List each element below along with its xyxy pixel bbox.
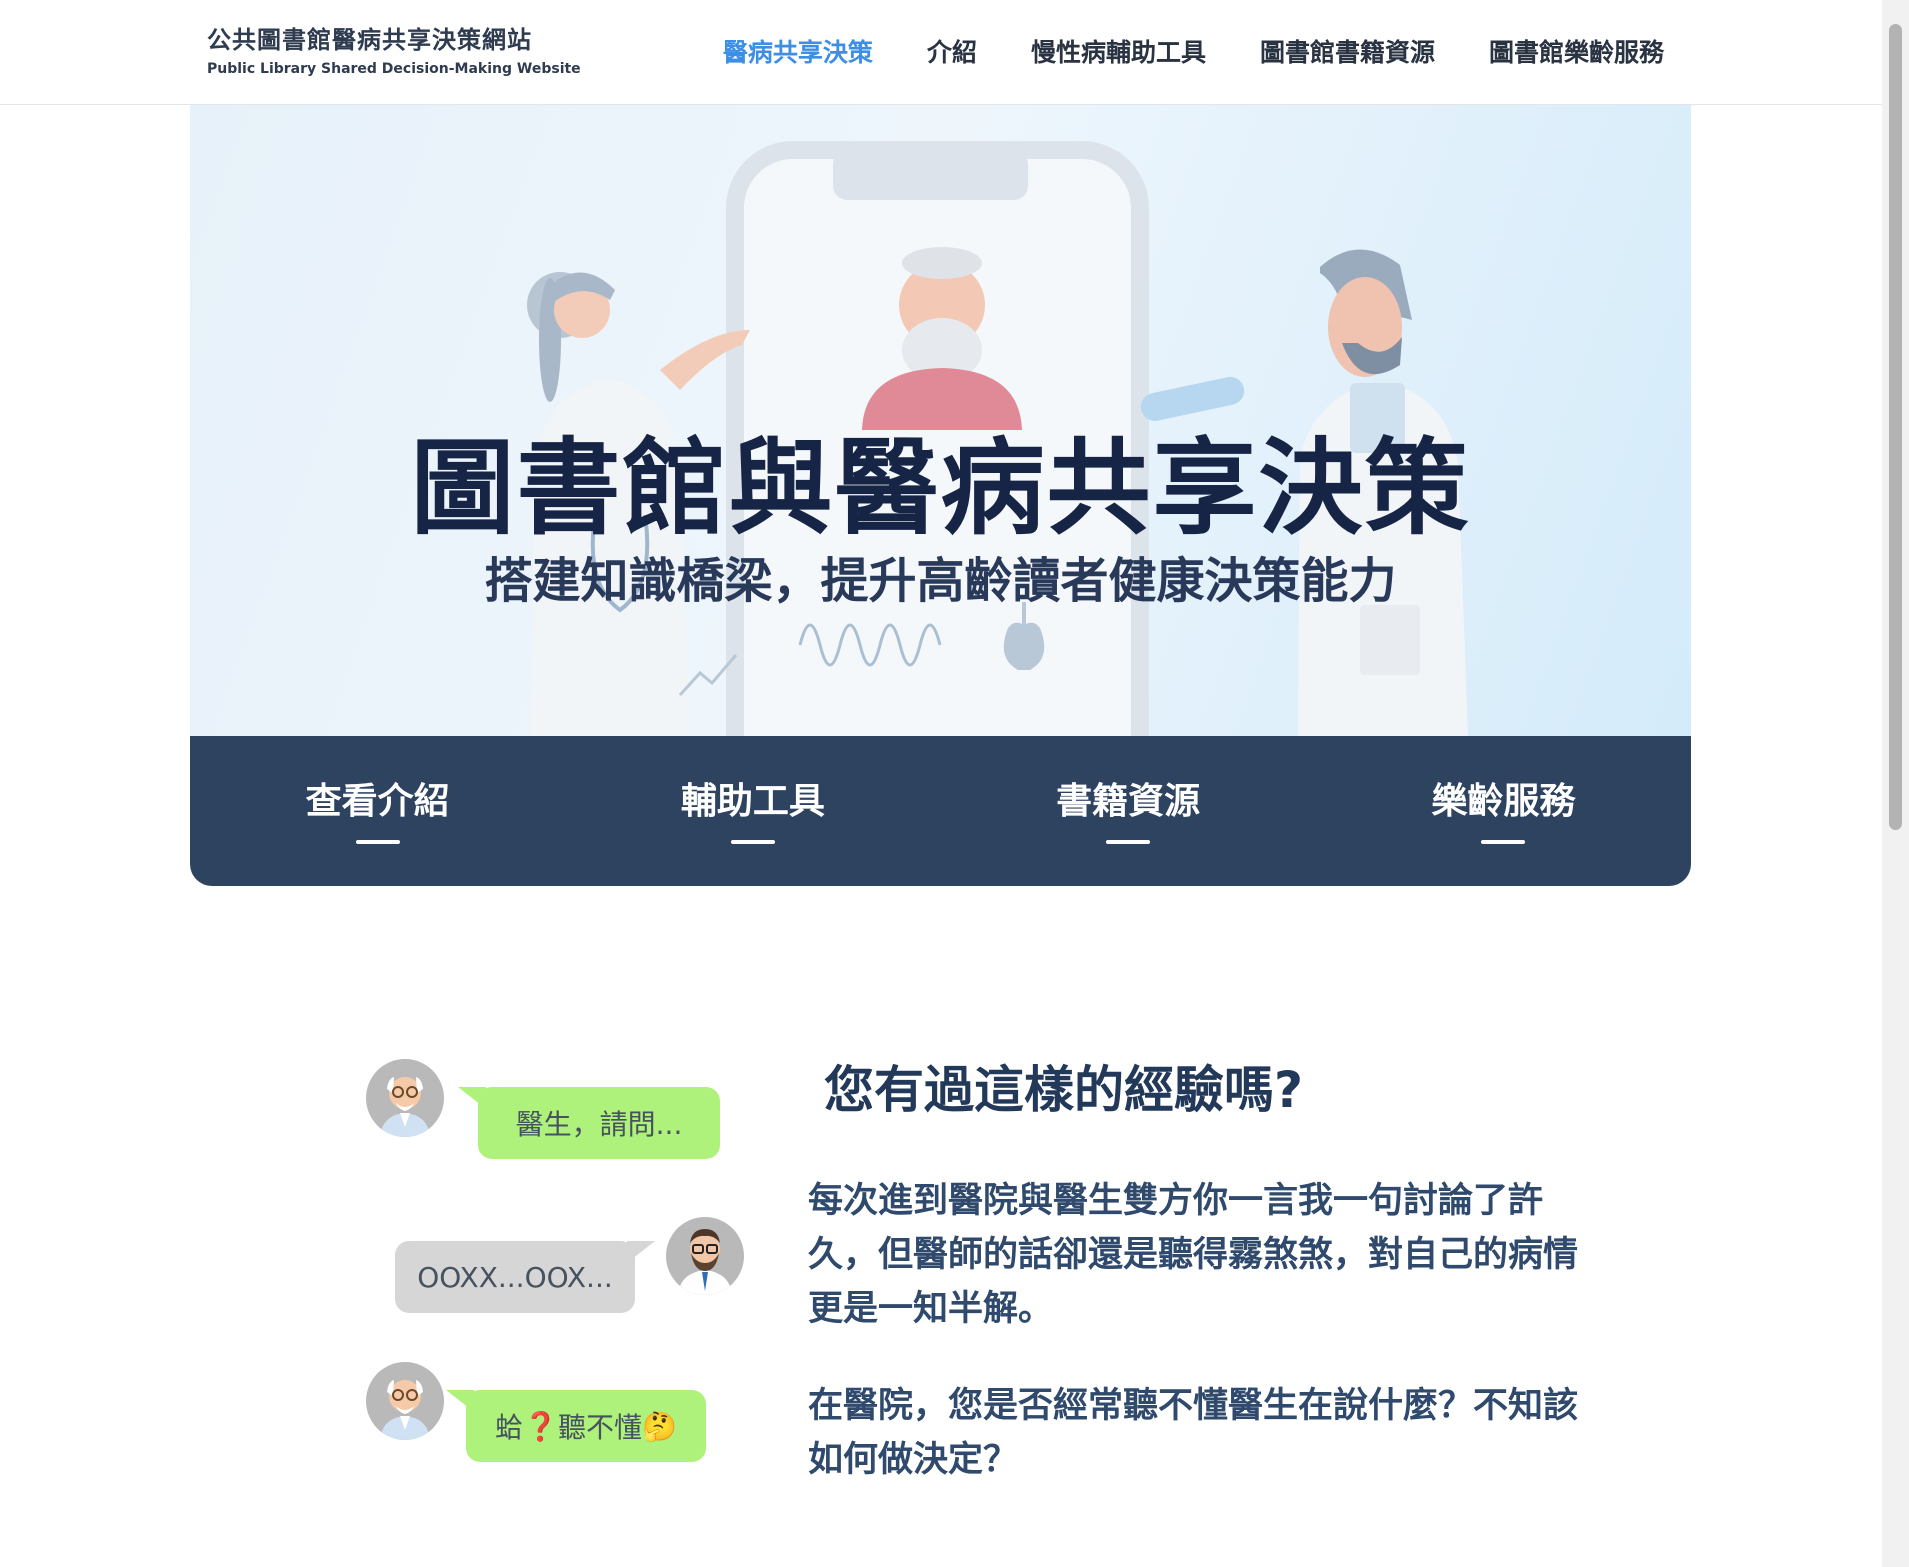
brand-title-en: Public Library Shared Decision-Making We…: [207, 61, 581, 77]
experience-paragraph: 每次進到醫院與醫生雙方你一言我一句討論了許久，但醫師的話卻還是聽得霧煞煞，對自己…: [808, 1181, 1579, 1329]
quick-link-introduction[interactable]: 查看介紹: [190, 736, 565, 886]
hero-subtitle: 搭建知識橋梁，提升高齡讀者健康決策能力: [484, 553, 1397, 609]
underline-decoration: [1106, 840, 1151, 844]
scrollbar-thumb[interactable]: [1889, 24, 1902, 830]
question-paragraph: 在醫院，您是否經常聽不懂醫生在說什麼？不知該如何做決定？: [808, 1386, 1579, 1480]
quick-link-label: 書籍資源: [1056, 781, 1201, 822]
quick-link-books[interactable]: 書籍資源: [941, 736, 1316, 886]
main-nav: 醫病共享決策 介紹 慢性病輔助工具 圖書館書籍資源 圖書館樂齡服務: [723, 33, 1664, 69]
quick-link-tools[interactable]: 輔助工具: [565, 736, 940, 886]
patient-confused-bubble: 蛤 ❓ 聽不懂 🤔: [446, 1390, 706, 1462]
site-logo[interactable]: 公共圖書館醫病共享決策網站 Public Library Shared Deci…: [207, 20, 581, 77]
brand-title-zh: 公共圖書館醫病共享決策網站: [207, 26, 532, 54]
quick-link-senior-services[interactable]: 樂齡服務: [1316, 736, 1691, 886]
nav-item-senior-services[interactable]: 圖書館樂齡服務: [1489, 33, 1664, 69]
quick-link-label: 查看介紹: [305, 781, 450, 822]
section-heading: 您有過這樣的經驗嗎?: [824, 1061, 1304, 1119]
underline-decoration: [730, 840, 775, 844]
bubble-text: 醫生，請問...: [515, 1108, 683, 1141]
nav-item-shared-decision[interactable]: 醫病共享決策: [723, 33, 873, 69]
underline-decoration: [355, 840, 400, 844]
quick-link-label: 輔助工具: [680, 781, 825, 822]
elderly-patient-avatar: [366, 1059, 444, 1137]
bubble-text: OOXX...OOX...: [417, 1260, 613, 1294]
hero-banner: 圖書館與醫病共享決策 搭建知識橋梁，提升高齡讀者健康決策能力: [190, 105, 1691, 736]
doctor-avatar: [666, 1217, 744, 1295]
nav-item-chronic-tools[interactable]: 慢性病輔助工具: [1031, 33, 1206, 69]
doctor-speech-bubble: OOXX...OOX...: [395, 1241, 655, 1313]
nav-item-introduction[interactable]: 介紹: [927, 33, 977, 69]
bubble-text: 聽不懂: [558, 1411, 643, 1444]
question-mark-icon: ❓: [523, 1409, 558, 1443]
patient-speech-bubble: 醫生，請問...: [458, 1087, 720, 1159]
nav-item-library-books[interactable]: 圖書館書籍資源: [1260, 33, 1435, 69]
hero-title: 圖書館與醫病共享決策: [410, 427, 1471, 549]
page-scrollbar[interactable]: [1882, 0, 1909, 1567]
quick-link-label: 樂齡服務: [1431, 781, 1576, 822]
phone-notch: [833, 150, 1028, 200]
elderly-patient-avatar: [366, 1362, 444, 1440]
quick-links-band: 查看介紹 輔助工具 書籍資源 樂齡服務: [190, 736, 1691, 886]
underline-decoration: [1481, 840, 1526, 844]
bubble-text-prefix: 蛤: [495, 1411, 524, 1444]
site-header: 公共圖書館醫病共享決策網站 Public Library Shared Deci…: [0, 0, 1882, 105]
thinking-face-icon: 🤔: [642, 1409, 677, 1443]
